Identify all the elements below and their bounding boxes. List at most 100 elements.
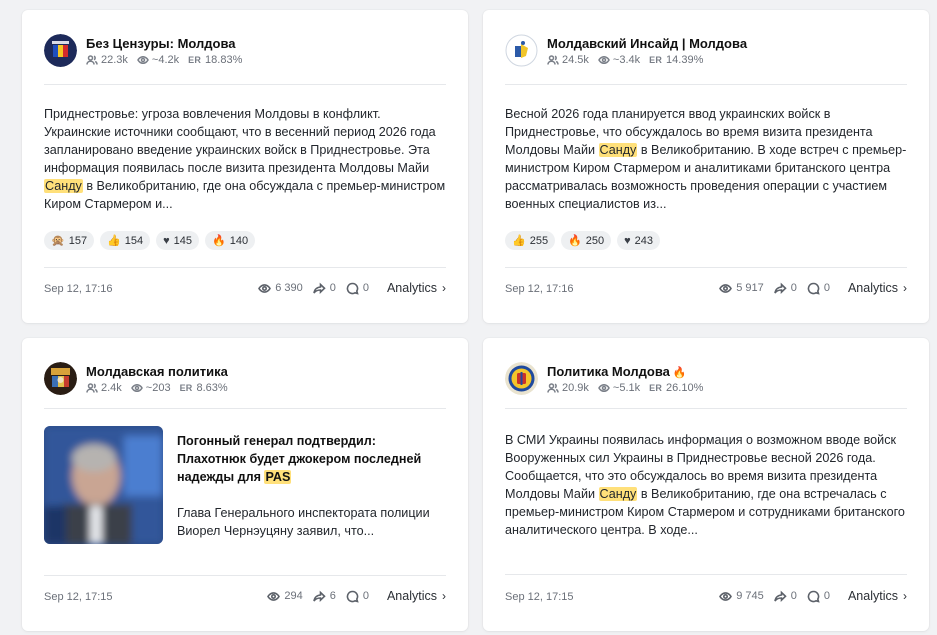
post-metrics: 5 917 0 0 Analytics › xyxy=(709,281,907,295)
analytics-label: Analytics xyxy=(847,589,898,603)
post-date: Sep 12, 17:15 xyxy=(44,591,113,603)
shares-metric[interactable]: 0 xyxy=(773,590,797,603)
post-card[interactable]: Молдавский Инсайд | Молдова 24.5k ~3.4k … xyxy=(483,10,929,323)
post-card[interactable]: Политика Молдова 🔥 20.9k ~5.1k ER 26.10% … xyxy=(483,338,929,631)
reaction-chip[interactable]: 🔥 140 xyxy=(205,231,256,250)
share-arrow-icon xyxy=(773,590,787,602)
analytics-label: Analytics xyxy=(847,281,898,295)
post-metrics: 6 390 0 0 Analytics › xyxy=(248,281,446,295)
reaction-emoji: 👍 xyxy=(512,235,526,247)
eye-icon xyxy=(258,283,272,293)
reaction-emoji: 🔥 xyxy=(568,235,582,247)
avg-views-count: ~5.1k xyxy=(612,382,641,394)
er-label: ER xyxy=(188,55,202,65)
channel-name[interactable]: Без Цензуры: Молдова xyxy=(86,36,236,51)
analytics-link[interactable]: Analytics › xyxy=(387,589,446,603)
post-description: Глава Генерального инспектората полиции … xyxy=(177,506,430,538)
subscribers-count: 2.4k xyxy=(101,382,122,394)
subscribers-count: 20.9k xyxy=(562,382,589,394)
reactions-bar: 👍 255 🔥 250 ♥ 243 xyxy=(505,231,666,250)
channel-avatar[interactable] xyxy=(505,362,538,395)
comments-metric[interactable]: 0 xyxy=(807,590,830,603)
views-metric: 6 390 xyxy=(258,282,303,295)
reaction-chip[interactable]: 👍 255 xyxy=(505,231,556,250)
views-metric: 9 745 xyxy=(719,590,764,603)
reaction-count: 154 xyxy=(124,234,144,247)
users-icon xyxy=(86,55,98,65)
comments-metric[interactable]: 0 xyxy=(807,282,830,295)
reaction-chip[interactable]: ♥ 145 xyxy=(156,231,200,250)
reaction-count: 140 xyxy=(229,234,249,247)
users-icon xyxy=(547,383,559,393)
reaction-emoji: 🔥 xyxy=(212,235,226,247)
er-label: ER xyxy=(649,383,663,393)
channel-avatar[interactable] xyxy=(44,362,77,395)
reaction-chip[interactable]: 👍 154 xyxy=(100,231,151,250)
divider xyxy=(44,575,446,576)
reaction-chip[interactable]: 🙊 157 xyxy=(44,231,95,250)
post-title[interactable]: Погонный генерал подтвердил: Плахотнюк б… xyxy=(177,432,448,486)
search-highlight: Санду xyxy=(598,143,638,157)
views-metric: 294 xyxy=(267,590,303,603)
chevron-right-icon: › xyxy=(442,589,446,603)
channel-avatar[interactable] xyxy=(505,34,538,67)
analytics-link[interactable]: Analytics › xyxy=(848,281,907,295)
eye-icon xyxy=(719,591,733,601)
divider xyxy=(44,408,446,409)
er-value: 26.10% xyxy=(666,382,704,394)
reaction-chip[interactable]: 🔥 250 xyxy=(561,231,612,250)
analytics-label: Analytics xyxy=(386,589,437,603)
er-value: 14.39% xyxy=(666,54,704,66)
avg-views-count: ~203 xyxy=(145,382,171,394)
channel-stats: 2.4k ~203 ER 8.63% xyxy=(86,382,237,394)
channel-header: Молдавский Инсайд | Молдова 24.5k ~3.4k … xyxy=(505,34,907,69)
post-card[interactable]: Молдавская политика 2.4k ~203 ER 8.63% П… xyxy=(22,338,468,631)
avg-views-count: ~4.2k xyxy=(151,54,180,66)
shares-count: 6 xyxy=(329,590,336,602)
comments-count: 0 xyxy=(362,282,369,294)
subscribers-stat: 2.4k xyxy=(86,382,122,394)
post-footer: Sep 12, 17:15 294 6 0 Analytics › xyxy=(44,589,446,607)
avg-views-stat: ~3.4k xyxy=(598,54,640,66)
channel-avatar[interactable] xyxy=(44,34,77,67)
analytics-link[interactable]: Analytics › xyxy=(387,281,446,295)
search-highlight: Санду xyxy=(598,487,638,501)
divider xyxy=(505,408,907,409)
channel-name[interactable]: Политика Молдова 🔥 xyxy=(547,364,687,379)
avg-views-stat: ~4.2k xyxy=(137,54,179,66)
shares-metric[interactable]: 0 xyxy=(773,282,797,295)
reaction-count: 157 xyxy=(68,234,88,247)
chevron-right-icon: › xyxy=(903,281,907,295)
channel-header: Без Цензуры: Молдова 22.3k ~4.2k ER 18.8… xyxy=(44,34,446,69)
subscribers-stat: 22.3k xyxy=(86,54,128,66)
reaction-emoji: ♥ xyxy=(624,234,631,247)
post-thumbnail[interactable] xyxy=(44,426,163,544)
share-arrow-icon xyxy=(312,590,326,602)
post-text: Приднестровье: угроза вовлечения Молдовы… xyxy=(44,105,450,213)
channel-stats: 22.3k ~4.2k ER 18.83% xyxy=(86,54,251,66)
shares-count: 0 xyxy=(790,282,797,294)
post-text-part: Приднестровье: угроза вовлечения Молдовы… xyxy=(44,107,436,175)
analytics-link[interactable]: Analytics › xyxy=(848,589,907,603)
shares-metric[interactable]: 0 xyxy=(312,282,336,295)
channel-name[interactable]: Молдавский Инсайд | Молдова xyxy=(547,36,747,51)
chevron-right-icon: › xyxy=(442,281,446,295)
comments-metric[interactable]: 0 xyxy=(346,590,369,603)
channel-name[interactable]: Молдавская политика xyxy=(86,364,228,379)
views-count: 6 390 xyxy=(275,282,303,294)
shares-metric[interactable]: 6 xyxy=(312,590,336,603)
eye-icon xyxy=(267,591,281,601)
er-stat: ER 8.63% xyxy=(180,382,228,394)
views-count: 9 745 xyxy=(736,590,764,602)
share-arrow-icon xyxy=(312,282,326,294)
comments-count: 0 xyxy=(823,282,830,294)
er-stat: ER 26.10% xyxy=(649,382,703,394)
subscribers-stat: 24.5k xyxy=(547,54,589,66)
reaction-emoji: 🙊 xyxy=(51,235,65,247)
avg-views-stat: ~203 xyxy=(130,382,171,394)
er-value: 8.63% xyxy=(196,382,228,394)
post-card[interactable]: Без Цензуры: Молдова 22.3k ~4.2k ER 18.8… xyxy=(22,10,468,323)
reaction-chip[interactable]: ♥ 243 xyxy=(617,231,661,250)
comments-count: 0 xyxy=(362,590,369,602)
comments-metric[interactable]: 0 xyxy=(346,282,369,295)
